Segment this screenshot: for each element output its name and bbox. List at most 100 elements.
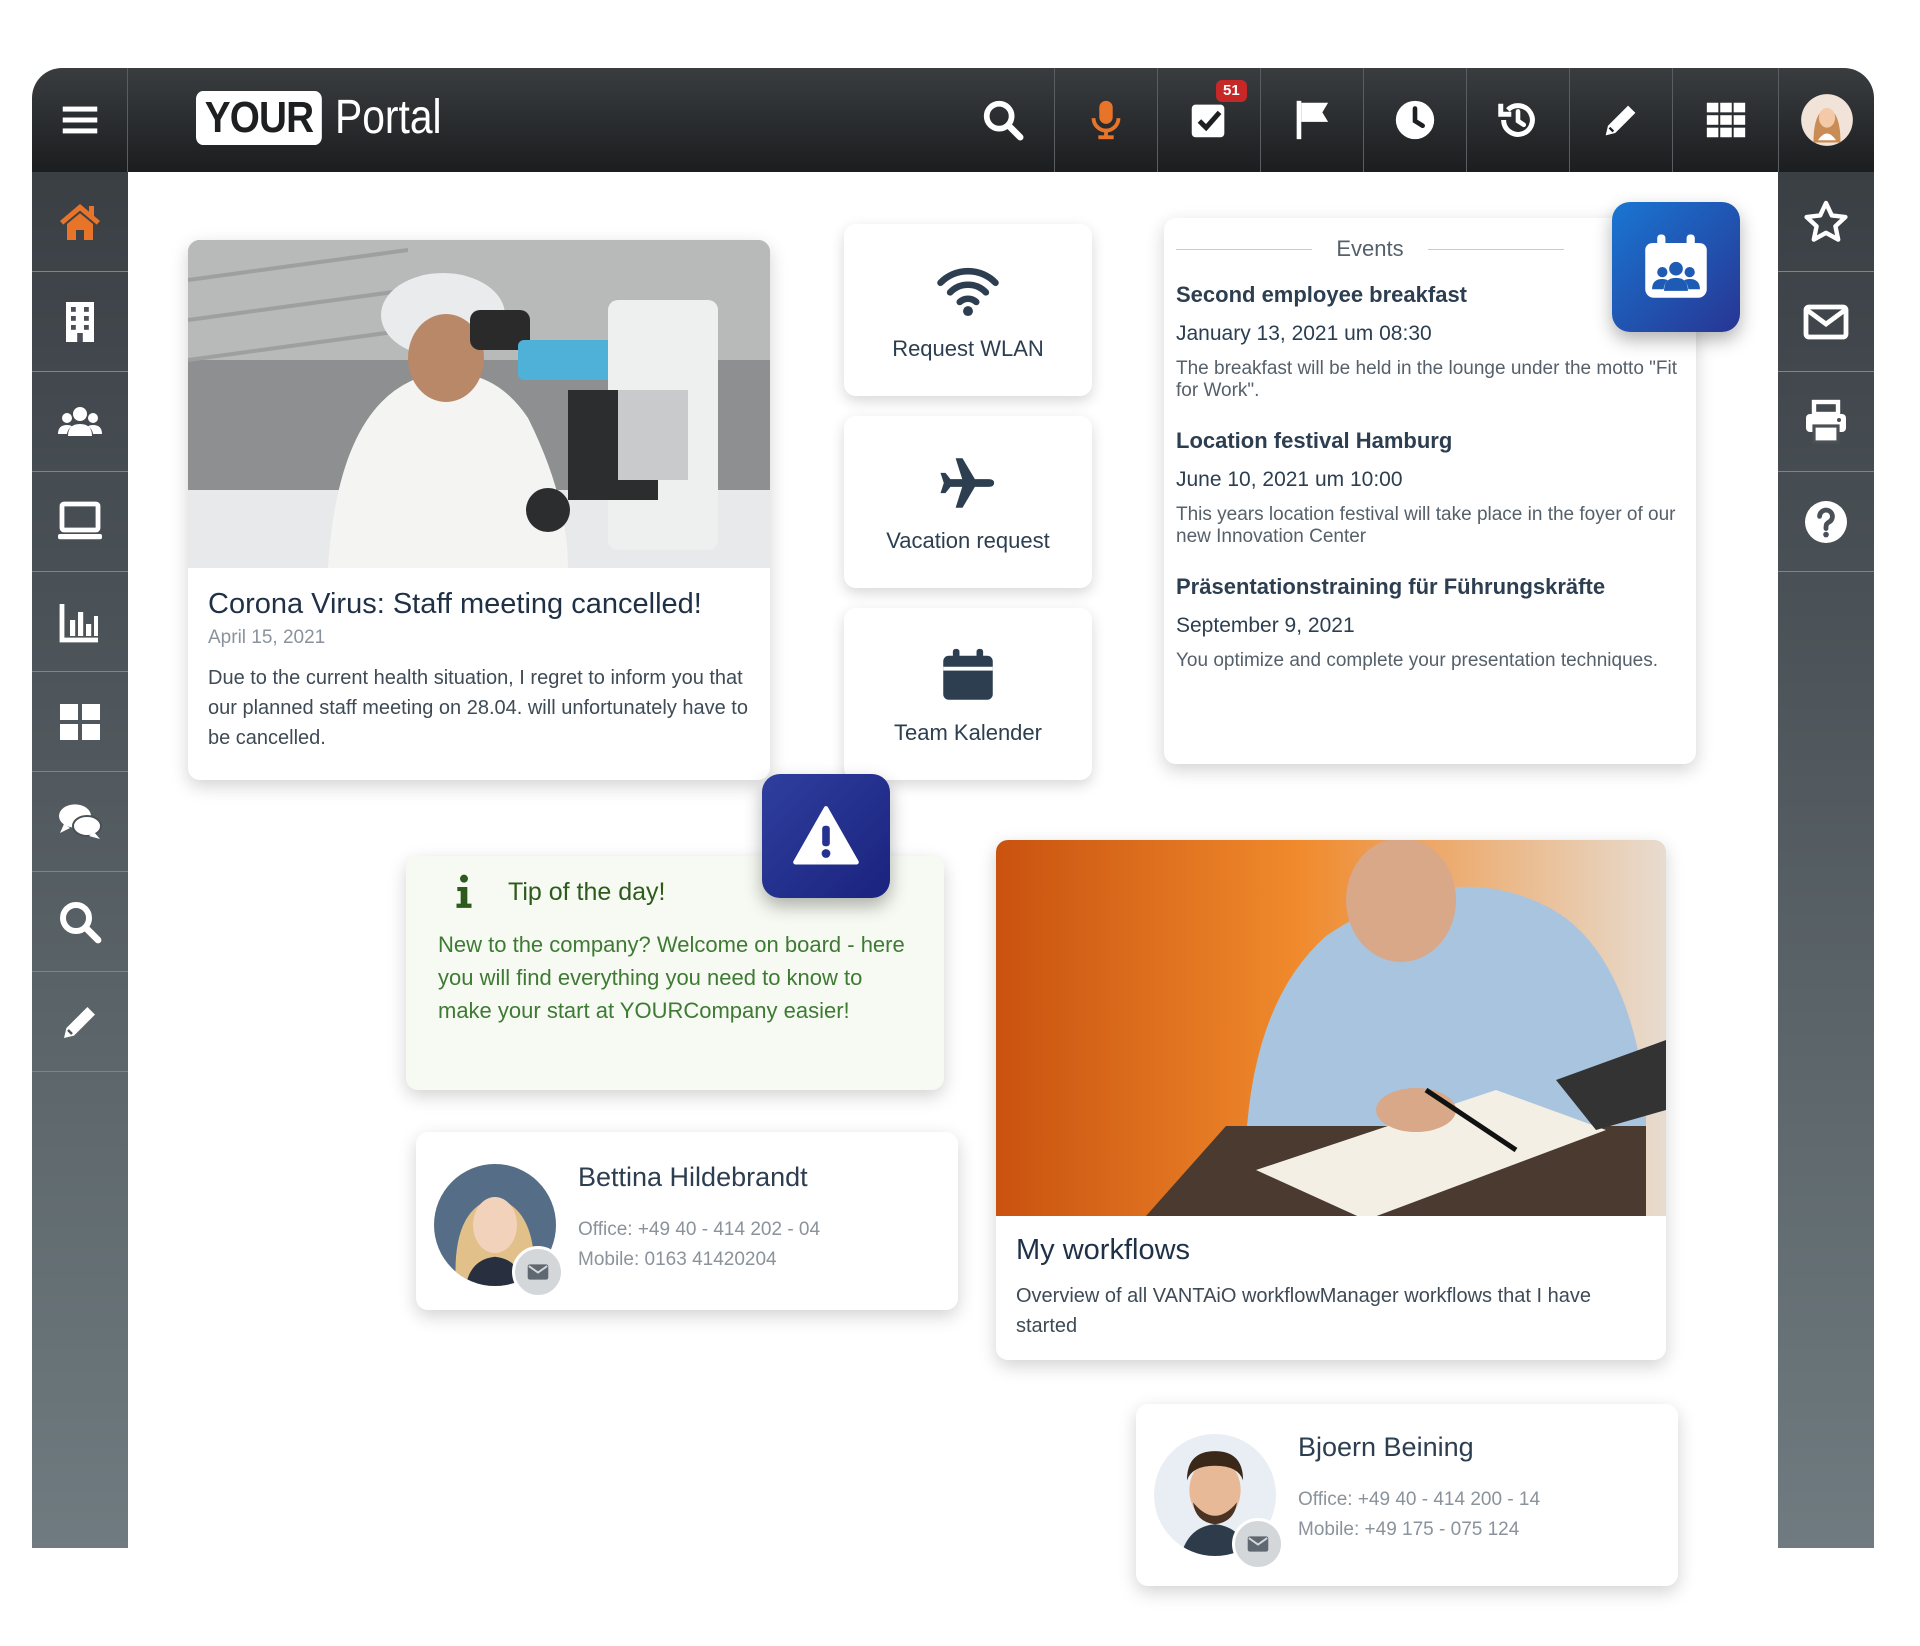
- mail-icon: [1247, 1536, 1269, 1552]
- contact-mobile-phone: Mobile: 0163 41420204: [578, 1249, 777, 1270]
- workflows-image: [996, 840, 1666, 1216]
- contact-name: Bjoern Beining: [1298, 1432, 1474, 1462]
- menu-button[interactable]: [32, 68, 128, 172]
- search-icon: [983, 100, 1024, 141]
- news-image: [188, 240, 770, 568]
- history-icon: [1498, 103, 1535, 137]
- dashboard-icon: [60, 703, 100, 740]
- sidebar-item-company[interactable]: [32, 272, 128, 372]
- sidebar-item-search[interactable]: [32, 872, 128, 972]
- news-body: Due to the current health situation, I r…: [208, 667, 748, 749]
- logo-your: YOUR: [196, 90, 322, 145]
- request-wlan-label: Request WLAN: [892, 336, 1044, 361]
- contact-office-phone: Office: +49 40 - 414 200 - 14: [1298, 1489, 1541, 1510]
- contact-office-phone: Office: +49 40 - 414 202 - 04: [578, 1219, 821, 1240]
- event-date: September 9, 2021: [1176, 614, 1355, 637]
- event-item[interactable]: Präsentationstraining für Führungskräfte…: [1176, 574, 1684, 672]
- contact-mobile-phone: Mobile: +49 175 - 075 124: [1298, 1519, 1520, 1540]
- sidebar-item-people[interactable]: [32, 372, 128, 472]
- contact-card[interactable]: Bjoern Beining Office: +49 40 - 414 200 …: [1136, 1404, 1678, 1586]
- pencil-icon: [64, 1006, 95, 1038]
- news-card[interactable]: Corona Virus: Staff meeting cancelled! A…: [188, 240, 770, 780]
- calendar-icon: [943, 648, 993, 700]
- event-date: January 13, 2021 um 08:30: [1176, 322, 1432, 345]
- event-date: June 10, 2021 um 10:00: [1176, 468, 1403, 491]
- portal-logo[interactable]: YOUR Portal: [196, 90, 461, 145]
- wifi-icon: [937, 267, 999, 317]
- sidebar-item-reports[interactable]: [32, 572, 128, 672]
- monitor-icon: [58, 501, 102, 539]
- sidebar-item-home[interactable]: [32, 172, 128, 272]
- tasks-icon: [1191, 104, 1225, 138]
- contact-card[interactable]: Bettina Hildebrandt Office: +49 40 - 414…: [416, 1132, 958, 1310]
- building-icon: [66, 301, 94, 342]
- request-wlan-tile[interactable]: Request WLAN: [844, 224, 1092, 396]
- news-title: Corona Virus: Staff meeting cancelled!: [208, 588, 702, 620]
- flag-button[interactable]: [1260, 68, 1363, 172]
- user-menu[interactable]: [1778, 68, 1874, 172]
- mail-icon: [527, 1264, 549, 1280]
- workflows-card[interactable]: My workflows Overview of all VANTAiO wor…: [996, 840, 1666, 1360]
- mail-icon: [1803, 304, 1849, 339]
- home-icon: [60, 203, 100, 240]
- edit-button[interactable]: [1569, 68, 1672, 172]
- events-calendar-badge: [1612, 202, 1740, 332]
- mail-button[interactable]: [1778, 272, 1874, 372]
- info-icon: [456, 874, 472, 908]
- airplane-icon: [940, 458, 995, 508]
- event-title: Location festival Hamburg: [1176, 428, 1453, 453]
- voice-button[interactable]: [1054, 68, 1157, 172]
- event-description: You optimize and complete your presentat…: [1176, 650, 1658, 671]
- search-icon: [60, 901, 102, 943]
- microphone-icon: [1091, 100, 1121, 140]
- event-item[interactable]: Second employee breakfast January 13, 20…: [1176, 282, 1684, 402]
- left-sidebar: [32, 172, 128, 1548]
- event-description: This years location festival will take p…: [1176, 504, 1676, 547]
- contact-mail-button[interactable]: [512, 1246, 564, 1298]
- help-icon: [1805, 500, 1847, 543]
- clock-button[interactable]: [1363, 68, 1466, 172]
- event-title: Second employee breakfast: [1176, 282, 1468, 307]
- team-calendar-tile[interactable]: Team Kalender: [844, 608, 1092, 780]
- event-description: The breakfast will be held in the lounge…: [1176, 358, 1678, 401]
- workflows-description: Overview of all VANTAiO workflowManager …: [1016, 1285, 1592, 1337]
- chart-icon: [59, 603, 98, 642]
- contact-mail-button[interactable]: [1232, 1518, 1284, 1570]
- tasks-button[interactable]: 51: [1157, 68, 1260, 172]
- event-title: Präsentationstraining für Führungskräfte: [1176, 574, 1606, 599]
- search-button[interactable]: [952, 68, 1054, 172]
- clock-icon: [1395, 100, 1435, 140]
- news-date: April 15, 2021: [208, 627, 326, 648]
- top-bar: YOUR Portal 51: [32, 68, 1874, 172]
- logo-portal: Portal: [335, 91, 442, 144]
- history-button[interactable]: [1466, 68, 1569, 172]
- warning-badge: [762, 774, 890, 898]
- tip-title: Tip of the day!: [508, 877, 666, 906]
- sidebar-item-chat[interactable]: [32, 772, 128, 872]
- events-header: Events: [1176, 236, 1684, 262]
- flag-icon: [1296, 100, 1329, 140]
- warning-icon: [793, 806, 859, 865]
- sidebar-item-dashboard[interactable]: [32, 672, 128, 772]
- print-icon: [1806, 399, 1846, 444]
- apps-grid-icon: [1706, 102, 1745, 138]
- star-icon: [1804, 200, 1848, 242]
- team-calendar-label: Team Kalender: [894, 720, 1042, 745]
- sidebar-item-devices[interactable]: [32, 472, 128, 572]
- contact-name: Bettina Hildebrandt: [578, 1162, 808, 1192]
- apps-button[interactable]: [1672, 68, 1778, 172]
- right-sidebar: [1778, 172, 1874, 1548]
- team-calendar-icon: [1645, 234, 1707, 298]
- print-button[interactable]: [1778, 372, 1874, 472]
- event-item[interactable]: Location festival Hamburg June 10, 2021 …: [1176, 428, 1684, 548]
- pencil-icon: [1605, 105, 1636, 136]
- favorites-button[interactable]: [1778, 172, 1874, 272]
- help-button[interactable]: [1778, 472, 1874, 572]
- user-avatar: [1800, 94, 1853, 146]
- sidebar-item-edit[interactable]: [32, 972, 128, 1072]
- tasks-badge: 51: [1216, 80, 1247, 102]
- vacation-request-label: Vacation request: [886, 528, 1050, 553]
- events-heading: Events: [1336, 236, 1404, 261]
- workflows-title: My workflows: [1016, 1234, 1191, 1266]
- vacation-request-tile[interactable]: Vacation request: [844, 416, 1092, 588]
